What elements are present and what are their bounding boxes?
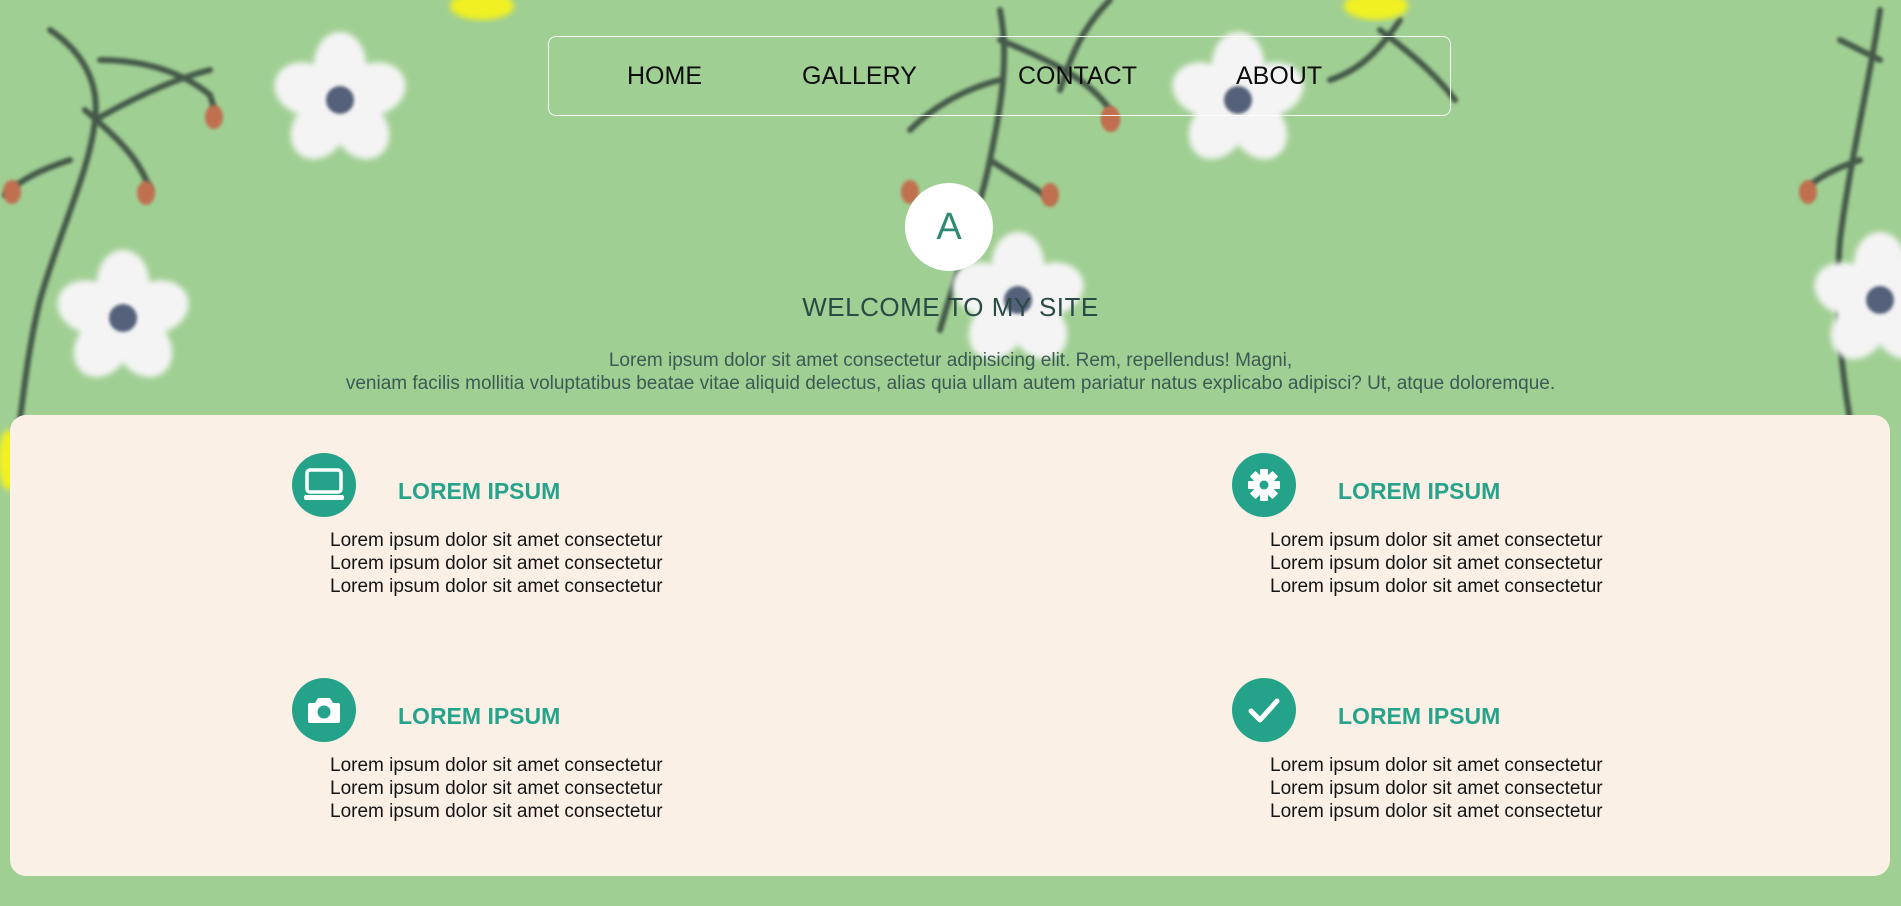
intro-line: Lorem ipsum dolor sit amet consectetur a…	[608, 350, 1293, 371]
features-panel: LOREM IPSUM Lorem ipsum dolor sit amet c…	[10, 415, 1890, 876]
avatar: A	[905, 183, 993, 271]
feature-line: Lorem ipsum dolor sit amet consectetur	[1270, 576, 1603, 597]
camera-icon	[292, 678, 356, 742]
intro-text: Lorem ipsum dolor sit amet consectetur a…	[0, 349, 1901, 395]
feature-line: Lorem ipsum dolor sit amet consectetur	[330, 778, 663, 799]
monitor-icon	[292, 453, 356, 517]
page-title: WELCOME TO MY SITE	[802, 292, 1099, 322]
feature-text: Lorem ipsum dolor sit amet consectetur L…	[330, 754, 663, 823]
feature-title: LOREM IPSUM	[1338, 478, 1501, 504]
top-navigation: HOME GALLERY CONTACT ABOUT	[548, 36, 1451, 116]
feature-text: Lorem ipsum dolor sit amet consectetur L…	[1270, 529, 1603, 598]
feature-line: Lorem ipsum dolor sit amet consectetur	[330, 801, 663, 822]
nav-item-gallery[interactable]: GALLERY	[802, 37, 917, 115]
feature-card: LOREM IPSUM Lorem ipsum dolor sit amet c…	[292, 678, 812, 848]
feature-line: Lorem ipsum dolor sit amet consectetur	[330, 553, 663, 574]
feature-line: Lorem ipsum dolor sit amet consectetur	[1270, 755, 1603, 776]
feature-card: LOREM IPSUM Lorem ipsum dolor sit amet c…	[1232, 453, 1752, 623]
nav-item-contact[interactable]: CONTACT	[1018, 37, 1137, 115]
feature-title: LOREM IPSUM	[398, 478, 561, 504]
gear-icon	[1232, 453, 1296, 517]
feature-line: Lorem ipsum dolor sit amet consectetur	[1270, 801, 1603, 822]
checkmark-icon	[1232, 678, 1296, 742]
feature-line: Lorem ipsum dolor sit amet consectetur	[330, 576, 663, 597]
feature-line: Lorem ipsum dolor sit amet consectetur	[1270, 530, 1603, 551]
feature-title: LOREM IPSUM	[398, 703, 561, 729]
feature-line: Lorem ipsum dolor sit amet consectetur	[330, 755, 663, 776]
feature-title: LOREM IPSUM	[1338, 703, 1501, 729]
feature-line: Lorem ipsum dolor sit amet consectetur	[1270, 778, 1603, 799]
feature-text: Lorem ipsum dolor sit amet consectetur L…	[330, 529, 663, 598]
feature-card: LOREM IPSUM Lorem ipsum dolor sit amet c…	[292, 453, 812, 623]
feature-card: LOREM IPSUM Lorem ipsum dolor sit amet c…	[1232, 678, 1752, 848]
avatar-letter: A	[936, 205, 962, 248]
nav-item-about[interactable]: ABOUT	[1236, 37, 1322, 115]
intro-line: veniam facilis mollitia voluptatibus bea…	[345, 373, 1556, 394]
feature-line: Lorem ipsum dolor sit amet consectetur	[1270, 553, 1603, 574]
feature-text: Lorem ipsum dolor sit amet consectetur L…	[1270, 754, 1603, 823]
feature-line: Lorem ipsum dolor sit amet consectetur	[330, 530, 663, 551]
nav-item-home[interactable]: HOME	[627, 37, 702, 115]
